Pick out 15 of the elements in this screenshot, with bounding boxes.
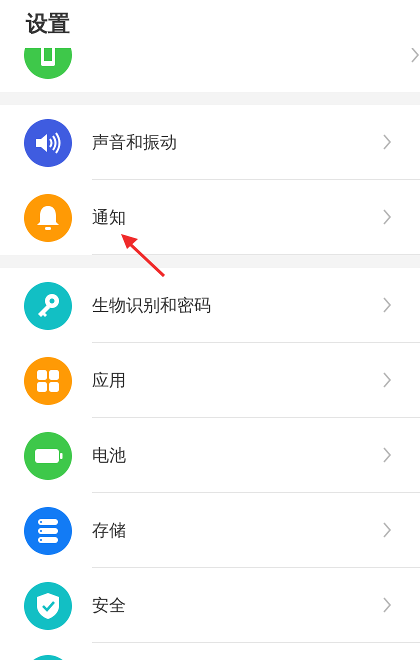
chevron-icon: [382, 133, 392, 151]
chevron-icon: [382, 596, 392, 614]
settings-item[interactable]: 电池: [0, 418, 420, 493]
chevron-icon: [382, 521, 392, 539]
chevron-icon: [382, 208, 392, 226]
settings-item[interactable]: 应用: [0, 343, 420, 418]
settings-item[interactable]: 声音和振动: [0, 105, 420, 180]
chevron-icon: [382, 371, 392, 389]
settings-item[interactable]: 存储: [0, 493, 420, 568]
chevron-icon: [382, 296, 392, 314]
chevron-icon: [410, 48, 420, 64]
chevron-icon: [382, 446, 392, 464]
page-title: 设置: [26, 11, 70, 39]
settings-item[interactable]: 生物识别和密码: [0, 268, 420, 343]
settings-item[interactable]: 安全: [0, 568, 420, 643]
